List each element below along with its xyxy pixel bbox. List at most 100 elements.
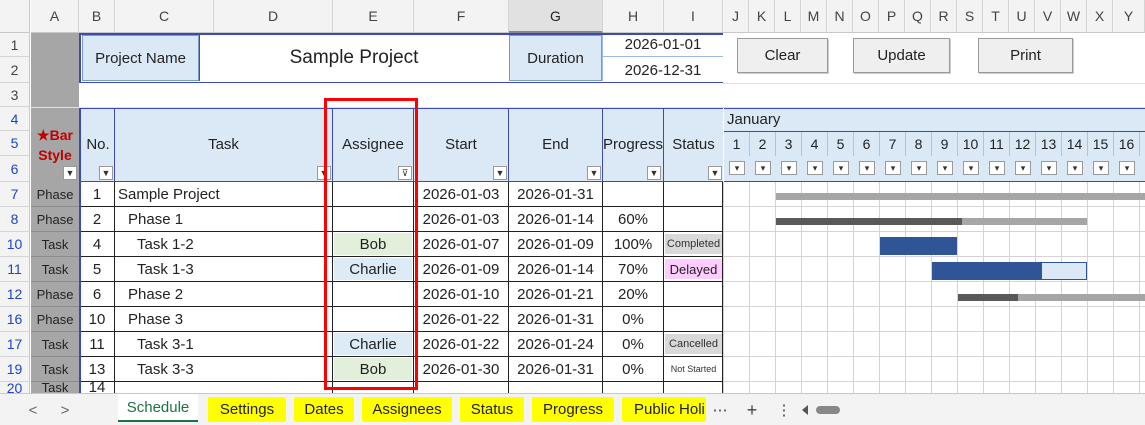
sheet-menu-icon[interactable]: ⋮ [774,398,794,422]
sheet-tab-assignees[interactable]: Assignees [362,397,452,422]
project-name-value[interactable]: Sample Project [200,35,508,81]
task-name-cell[interactable]: Phase 1 [115,207,332,231]
column-header[interactable]: U [1009,0,1035,33]
row-header[interactable]: 8 [0,207,30,232]
column-header[interactable]: H [603,0,664,33]
column-header[interactable]: N [827,0,853,33]
column-header[interactable]: E [333,0,414,33]
progress-cell[interactable]: 20% [603,282,663,306]
task-no-cell[interactable]: 14 [80,382,114,393]
sheet-tab-progress[interactable]: Progress [532,397,614,422]
row-header[interactable]: 1 [0,33,30,57]
progress-cell[interactable]: 0% [603,307,663,331]
filter-dropdown-end[interactable]: ▼ [587,166,601,180]
task-no-cell[interactable]: 2 [80,207,114,231]
task-name-cell[interactable]: Task 3-1 [115,332,332,356]
task-no-cell[interactable]: 1 [80,182,114,206]
select-all-corner[interactable] [0,0,30,33]
progress-cell[interactable] [603,382,663,393]
column-header[interactable]: X [1087,0,1113,33]
start-date-cell[interactable]: 2026-01-03 [414,207,508,231]
row-header[interactable]: 5 [0,131,30,156]
column-header[interactable]: S [957,0,983,33]
column-header[interactable]: B [79,0,115,33]
task-no-cell[interactable]: 4 [80,232,114,256]
column-header[interactable]: D [214,0,333,33]
end-date-cell[interactable]: 2026-01-14 [509,257,602,281]
column-header[interactable]: A [31,0,79,33]
scroll-thumb[interactable] [816,406,840,414]
row-header[interactable]: 7 [0,182,30,207]
status-cell[interactable]: Completed [665,234,722,254]
status-cell[interactable] [665,184,722,204]
end-date-cell[interactable]: 2026-01-24 [509,332,602,356]
sheet-tab-settings[interactable]: Settings [208,397,286,422]
status-cell[interactable] [665,309,722,329]
progress-cell[interactable]: 100% [603,232,663,256]
end-date-cell[interactable]: 2026-01-09 [509,232,602,256]
status-cell[interactable]: Cancelled [665,334,722,354]
column-header[interactable]: F [414,0,509,33]
row-header[interactable]: 12 [0,282,30,307]
print-button[interactable]: Print [978,38,1073,73]
start-date-cell[interactable]: 2026-01-22 [414,307,508,331]
tab-prev-arrow[interactable]: < [24,398,42,422]
row-header[interactable]: 6 [0,156,30,182]
row-header[interactable]: 3 [0,83,30,107]
start-date-cell[interactable]: 2026-01-09 [414,257,508,281]
column-header[interactable]: I [664,0,723,33]
more-tabs-icon[interactable]: ⋯ [710,398,730,422]
row-header[interactable]: 19 [0,357,30,382]
gantt-day-filter-icon[interactable]: ▾ [755,161,771,175]
task-no-cell[interactable]: 6 [80,282,114,306]
column-header[interactable]: R [931,0,957,33]
gantt-day-filter-icon[interactable]: ▾ [937,161,953,175]
bar-style-cell[interactable]: Phase [31,307,79,332]
column-header[interactable]: K [749,0,775,33]
row-header[interactable]: 10 [0,232,30,257]
filter-dropdown-progress[interactable]: ▼ [647,166,661,180]
gantt-day-filter-icon[interactable]: ▾ [729,161,745,175]
row-header[interactable]: 2 [0,57,30,83]
task-name-cell[interactable] [115,382,332,393]
gantt-day-filter-icon[interactable]: ▾ [1041,161,1057,175]
row-header[interactable]: 17 [0,332,30,357]
column-header[interactable]: G [509,0,603,33]
column-header[interactable]: V [1035,0,1061,33]
bar-style-cell[interactable]: Task [31,257,79,282]
filter-dropdown-no[interactable]: ▼ [99,166,113,180]
tab-next-arrow[interactable]: > [56,398,74,422]
gantt-day-filter-icon[interactable]: ▾ [963,161,979,175]
gantt-day-filter-icon[interactable]: ▾ [781,161,797,175]
end-date-cell[interactable]: 2026-01-31 [509,307,602,331]
task-name-cell[interactable]: Task 1-2 [115,232,332,256]
end-date-cell[interactable]: 2026-01-21 [509,282,602,306]
gantt-day-filter-icon[interactable]: ▾ [1093,161,1109,175]
status-cell[interactable]: Not Started [665,359,722,379]
gantt-day-filter-icon[interactable]: ▾ [989,161,1005,175]
end-date-cell[interactable]: 2026-01-31 [509,182,602,206]
task-no-cell[interactable]: 5 [80,257,114,281]
task-name-cell[interactable]: Phase 3 [115,307,332,331]
column-header[interactable]: J [723,0,749,33]
start-date-cell[interactable]: 2026-01-10 [414,282,508,306]
bar-style-cell[interactable]: Task [31,332,79,357]
gantt-day-filter-icon[interactable]: ▾ [833,161,849,175]
progress-cell[interactable]: 70% [603,257,663,281]
task-name-cell[interactable]: Phase 2 [115,282,332,306]
progress-cell[interactable]: 60% [603,207,663,231]
sheet-tab-schedule[interactable]: Schedule [118,394,198,422]
row-header[interactable]: 11 [0,257,30,282]
add-sheet-icon[interactable]: + [742,398,762,422]
filter-dropdown-bar-style[interactable]: ▼ [63,166,77,180]
sheet-tab-status[interactable]: Status [460,397,524,422]
filter-dropdown-status[interactable]: ▼ [708,166,722,180]
start-date-cell[interactable]: 2026-01-07 [414,232,508,256]
filter-dropdown-start[interactable]: ▼ [493,166,507,180]
clear-button[interactable]: Clear [737,38,828,73]
column-header[interactable]: L [775,0,801,33]
status-cell[interactable]: Delayed [665,259,722,279]
progress-cell[interactable] [603,182,663,206]
column-header[interactable]: Q [905,0,931,33]
bar-style-cell[interactable]: Task [31,232,79,257]
